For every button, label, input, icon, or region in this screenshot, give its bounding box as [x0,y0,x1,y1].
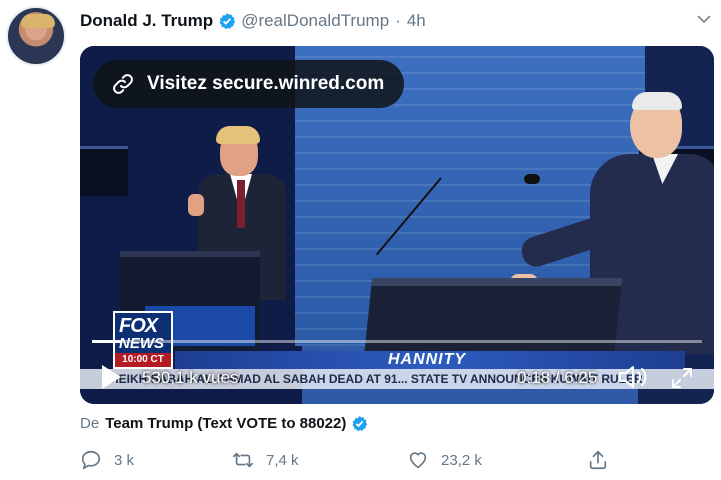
source-account[interactable]: Team Trump (Text VOTE to 88022) [105,415,346,432]
author-avatar[interactable] [6,6,66,66]
like-icon [409,452,427,469]
volume-icon[interactable] [618,364,648,390]
retweet-count: 7,4 k [266,451,299,469]
video-player[interactable]: Visitez secure.winred.com HANNITY SHEIKH… [80,46,714,404]
speaker-left-hand [188,194,204,216]
network-logo-bottom: NEWS [119,335,164,352]
link-icon [113,74,133,94]
media-source: De Team Trump (Text VOTE to 88022) [80,415,368,432]
retweet-icon [233,452,253,468]
like-button[interactable]: 23,2 k [407,449,482,471]
like-count: 23,2 k [441,451,482,469]
author-name[interactable]: Donald J. Trump [80,11,213,31]
tweet-header: Donald J. Trump @realDonaldTrump · 4h [80,9,426,33]
tweet-actions: 3 k 7,4 k 23,2 k [80,449,640,473]
separator-dot: · [395,11,401,30]
microphone-head [524,174,540,184]
stage-panel-left [80,146,128,196]
share-button[interactable] [587,449,609,471]
fullscreen-icon[interactable] [670,366,694,390]
view-count: 530,1 k vues [142,368,239,387]
promoted-url-label: Visitez secure.winred.com [147,73,385,94]
reply-count: 3 k [114,451,135,469]
share-icon [589,450,607,470]
source-prefix: De [80,415,100,432]
video-progress-fill [92,340,121,343]
avatar-hair [21,14,55,28]
video-progress-bar[interactable] [92,340,702,343]
speaker-right-hair [632,92,682,110]
podium-right [363,278,623,358]
promoted-url-pill[interactable]: Visitez secure.winred.com [93,60,405,108]
verified-icon [352,416,368,432]
reply-icon [81,450,101,470]
chevron-down-icon[interactable] [695,10,713,28]
verified-icon [219,13,236,30]
retweet-button[interactable]: 7,4 k [232,449,299,471]
reply-button[interactable]: 3 k [80,449,134,471]
play-icon[interactable] [100,364,122,390]
author-handle[interactable]: @realDonaldTrump [241,11,389,31]
speaker-left-tie [237,180,245,228]
video-controls: 530,1 k vues 0:18 / 6:25 [80,362,714,392]
speaker-left-hair [216,126,260,144]
tweet-timestamp[interactable]: 4h [407,11,426,31]
video-timecode: 0:18 / 6:25 [517,368,598,387]
